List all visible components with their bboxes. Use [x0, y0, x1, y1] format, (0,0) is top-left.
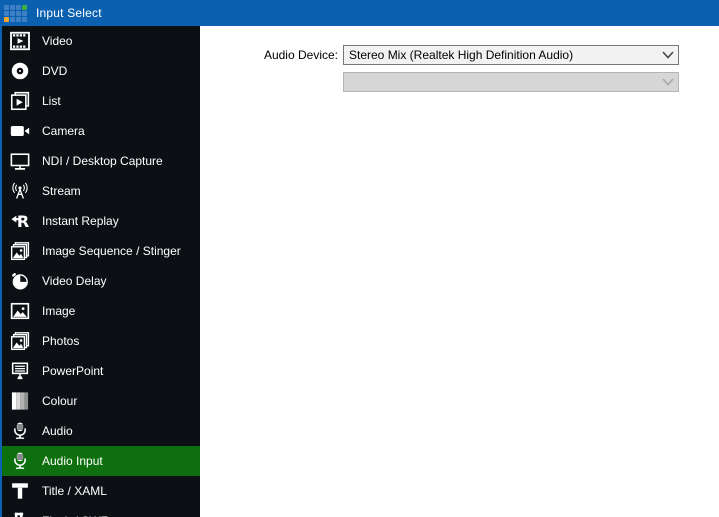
- list-icon: [8, 89, 32, 113]
- sidebar-item-label: DVD: [42, 64, 68, 78]
- sidebar-item-label: Audio Input: [42, 454, 103, 468]
- sidebar-item-powerpoint[interactable]: PowerPoint: [2, 356, 200, 386]
- colour-swatch-icon: [8, 389, 32, 413]
- input-type-sidebar: Video DVD List Camera NDI / Desktop Capture S…: [2, 26, 200, 517]
- photo-stack-icon: [8, 239, 32, 263]
- sidebar-item-label: NDI / Desktop Capture: [42, 154, 163, 168]
- sidebar-item-video-delay[interactable]: Video Delay: [2, 266, 200, 296]
- replay-icon: R: [8, 209, 32, 233]
- svg-text:R: R: [17, 212, 30, 231]
- sidebar-item-camera[interactable]: Camera: [2, 116, 200, 146]
- clock-icon: [8, 269, 32, 293]
- sidebar-item-label: Video Delay: [42, 274, 107, 288]
- disc-icon: [8, 59, 32, 83]
- sidebar-item-label: List: [42, 94, 61, 108]
- sidebar-item-title-xaml[interactable]: Title / XAML: [2, 476, 200, 506]
- audio-device-select[interactable]: Stereo Mix (Realtek High Definition Audi…: [343, 45, 679, 65]
- sidebar-item-label: PowerPoint: [42, 364, 104, 378]
- sidebar-item-label: Title / XAML: [42, 484, 107, 498]
- sidebar-item-image-sequence-stinger[interactable]: Image Sequence / Stinger: [2, 236, 200, 266]
- sidebar-item-label: Stream: [42, 184, 81, 198]
- presentation-icon: [8, 359, 32, 383]
- title-icon: [8, 479, 32, 503]
- sidebar-item-stream[interactable]: Stream: [2, 176, 200, 206]
- chevron-down-icon: [658, 73, 678, 91]
- antenna-icon: [8, 179, 32, 203]
- window-title: Input Select: [36, 6, 102, 20]
- sidebar-item-dvd[interactable]: DVD: [2, 56, 200, 86]
- sidebar-item-label: Camera: [42, 124, 85, 138]
- image-icon: [8, 299, 32, 323]
- sidebar-item-image[interactable]: Image: [2, 296, 200, 326]
- sidebar-item-list[interactable]: List: [2, 86, 200, 116]
- chevron-down-icon: [658, 46, 678, 64]
- sidebar-item-label: Instant Replay: [42, 214, 119, 228]
- microphone-icon: [8, 449, 32, 473]
- sidebar-item-label: Video: [42, 34, 73, 48]
- sidebar-item-photos[interactable]: Photos: [2, 326, 200, 356]
- sidebar-item-colour[interactable]: Colour: [2, 386, 200, 416]
- monitor-icon: [8, 149, 32, 173]
- secondary-device-select-disabled: [343, 72, 679, 92]
- sidebar-item-instant-replay[interactable]: R Instant Replay: [2, 206, 200, 236]
- vmix-logo-icon: [4, 4, 27, 22]
- sidebar-item-label: Audio: [42, 424, 73, 438]
- sidebar-item-audio-input[interactable]: Audio Input: [2, 446, 200, 476]
- input-select-window: Input Select Video DVD List Camera NDI / Des…: [0, 0, 719, 517]
- sidebar-item-ndi-desktop-capture[interactable]: NDI / Desktop Capture: [2, 146, 200, 176]
- photo-stack-icon: [8, 329, 32, 353]
- audio-device-value: Stereo Mix (Realtek High Definition Audi…: [349, 48, 574, 62]
- titlebar: Input Select: [0, 0, 719, 26]
- flash-icon: [8, 509, 32, 517]
- sidebar-item-label: Colour: [42, 394, 78, 408]
- sidebar-item-flash-swf[interactable]: Flash / SWF: [2, 506, 200, 517]
- camera-icon: [8, 119, 32, 143]
- film-icon: [8, 29, 32, 53]
- sidebar-item-video[interactable]: Video: [2, 26, 200, 56]
- sidebar-item-label: Image: [42, 304, 76, 318]
- sidebar-item-audio[interactable]: Audio: [2, 416, 200, 446]
- sidebar-item-label: Image Sequence / Stinger: [42, 244, 181, 258]
- microphone-icon: [8, 419, 32, 443]
- sidebar-item-label: Photos: [42, 334, 80, 348]
- audio-device-label: Audio Device:: [263, 48, 338, 62]
